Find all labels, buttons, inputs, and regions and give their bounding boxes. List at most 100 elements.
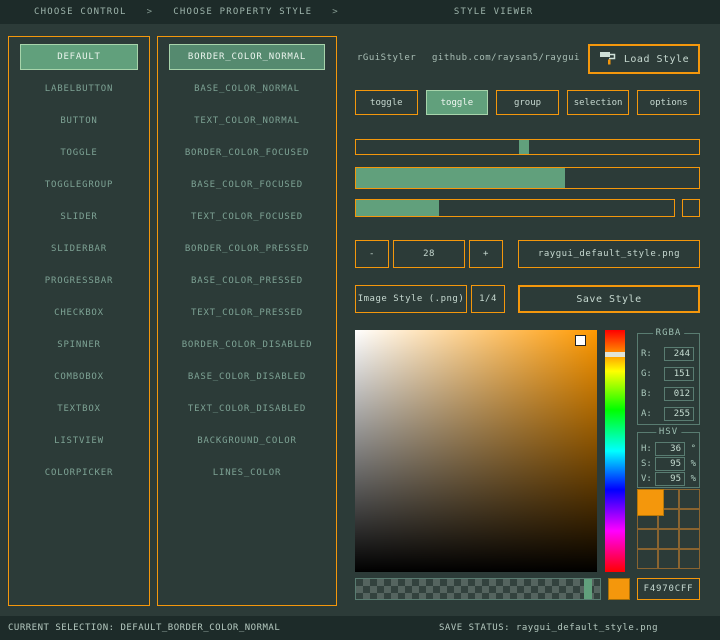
control-item-slider[interactable]: SLIDER bbox=[20, 204, 138, 230]
sliderbar-fill bbox=[356, 168, 565, 188]
section-title-choose-property-style: CHOOSE PROPERTY STYLE bbox=[173, 7, 312, 17]
combobox-counter[interactable]: 1/4 bbox=[471, 285, 505, 313]
toggle-option-4-options[interactable]: options bbox=[637, 90, 700, 115]
slider-bar-control[interactable] bbox=[355, 167, 700, 189]
toggle-option-1-toggle[interactable]: toggle bbox=[426, 90, 489, 115]
rgba-value-box[interactable]: 255 bbox=[664, 407, 694, 421]
color-preview-box bbox=[608, 578, 630, 600]
minus-icon: - bbox=[369, 249, 375, 259]
palette-cell-7[interactable] bbox=[658, 529, 679, 549]
color-panel[interactable] bbox=[355, 330, 597, 572]
control-item-togglegroup[interactable]: TOGGLEGROUP bbox=[20, 172, 138, 198]
control-item-default[interactable]: DEFAULT bbox=[20, 44, 138, 70]
rgba-row: R: 244 bbox=[638, 344, 699, 364]
section-title-style-viewer: STYLE VIEWER bbox=[454, 7, 533, 17]
property-item-lines_color[interactable]: LINES_COLOR bbox=[169, 460, 325, 486]
rgba-row: B:012 bbox=[638, 384, 699, 404]
hsv-value-box[interactable]: 95 bbox=[655, 457, 685, 471]
repo-link-label: github.com/raysan5/raygui bbox=[432, 53, 580, 63]
palette-cell-5[interactable] bbox=[679, 509, 700, 529]
color-values-column: RGBA R:244G:151B:012A:255 HSV H:36°S:95%… bbox=[637, 330, 700, 572]
control-item-sliderbar[interactable]: SLIDERBAR bbox=[20, 236, 138, 262]
property-item-base_color_disabled[interactable]: BASE_COLOR_DISABLED bbox=[169, 364, 325, 390]
control-item-progressbar[interactable]: PROGRESSBAR bbox=[20, 268, 138, 294]
alpha-slider[interactable] bbox=[355, 578, 601, 600]
hex-value-box[interactable]: F4970CFF bbox=[637, 578, 700, 600]
spinner-increment-button[interactable]: + bbox=[469, 240, 503, 268]
control-item-labelbutton[interactable]: LABELBUTTON bbox=[20, 76, 138, 102]
palette-cell-10[interactable] bbox=[658, 549, 679, 569]
hsv-suffix: ° bbox=[687, 444, 696, 454]
palette-cell-9[interactable] bbox=[637, 549, 658, 569]
palette-cell-2[interactable] bbox=[679, 489, 700, 509]
property-item-base_color_normal[interactable]: BASE_COLOR_NORMAL bbox=[169, 76, 325, 102]
slider-control[interactable] bbox=[355, 139, 700, 155]
rgba-row: G:151 bbox=[638, 364, 699, 384]
load-style-button[interactable]: Load Style bbox=[588, 44, 700, 74]
spinner-value-box[interactable]: 28 bbox=[393, 240, 465, 268]
hsv-value-box[interactable]: 95 bbox=[655, 472, 685, 486]
slider-handle[interactable] bbox=[519, 140, 529, 154]
toggle-option-3-selection[interactable]: selection bbox=[567, 90, 630, 115]
property-item-text_color_normal[interactable]: TEXT_COLOR_NORMAL bbox=[169, 108, 325, 134]
filename-textbox[interactable]: raygui_default_style.png bbox=[518, 240, 700, 268]
property-item-text_color_pressed[interactable]: TEXT_COLOR_PRESSED bbox=[169, 300, 325, 326]
load-style-label: Load Style bbox=[624, 54, 689, 65]
hsv-value-box[interactable]: 36 bbox=[655, 442, 685, 456]
control-list: DEFAULT LABELBUTTON BUTTON TOGGLE TOGGLEGROU… bbox=[9, 44, 149, 486]
control-item-colorpicker[interactable]: COLORPICKER bbox=[20, 460, 138, 486]
rgba-value-box[interactable]: 244 bbox=[664, 347, 694, 361]
palette-cell-11[interactable] bbox=[679, 549, 700, 569]
save-style-button[interactable]: Save Style bbox=[518, 285, 700, 313]
hsv-label: S: bbox=[641, 459, 655, 469]
palette-cell-8[interactable] bbox=[679, 529, 700, 549]
palette-cell-6[interactable] bbox=[637, 529, 658, 549]
control-item-button[interactable]: BUTTON bbox=[20, 108, 138, 134]
control-item-toggle[interactable]: TOGGLE bbox=[20, 140, 138, 166]
property-item-background_color[interactable]: BACKGROUND_COLOR bbox=[169, 428, 325, 454]
hsv-suffix: % bbox=[687, 459, 696, 469]
spinner-decrement-button[interactable]: - bbox=[355, 240, 389, 268]
paint-roller-icon bbox=[599, 50, 617, 69]
rgba-group-title: RGBA bbox=[653, 328, 685, 338]
progressbar-fill bbox=[356, 200, 439, 216]
property-item-text_color_focused[interactable]: TEXT_COLOR_FOCUSED bbox=[169, 204, 325, 230]
hsv-label: V: bbox=[641, 474, 655, 484]
property-item-border_color_disabled[interactable]: BORDER_COLOR_DISABLED bbox=[169, 332, 325, 358]
property-item-base_color_pressed[interactable]: BASE_COLOR_PRESSED bbox=[169, 268, 325, 294]
control-item-checkbox[interactable]: CHECKBOX bbox=[20, 300, 138, 326]
rgba-label: R: bbox=[641, 349, 655, 359]
toggle-option-2-group[interactable]: group bbox=[496, 90, 559, 115]
hsv-suffix: % bbox=[687, 474, 696, 484]
control-list-panel: DEFAULT LABELBUTTON BUTTON TOGGLE TOGGLEGROU… bbox=[8, 36, 150, 606]
color-panel-cursor[interactable] bbox=[576, 336, 585, 345]
control-item-spinner[interactable]: SPINNER bbox=[20, 332, 138, 358]
property-item-border_color_pressed[interactable]: BORDER_COLOR_PRESSED bbox=[169, 236, 325, 262]
control-item-listview[interactable]: LISTVIEW bbox=[20, 428, 138, 454]
section-title-choose-control: CHOOSE CONTROL bbox=[34, 7, 127, 17]
control-item-textbox[interactable]: TEXTBOX bbox=[20, 396, 138, 422]
rgba-value-box[interactable]: 012 bbox=[664, 387, 694, 401]
rgba-value-box[interactable]: 151 bbox=[664, 367, 694, 381]
rgba-rows: R: 244 G:151B:012A:255 bbox=[638, 344, 699, 424]
property-item-border_color_normal[interactable]: BORDER_COLOR_NORMAL bbox=[169, 44, 325, 70]
toggle-option-0-toggle[interactable]: toggle bbox=[355, 90, 418, 115]
rgba-row: A:255 bbox=[638, 404, 699, 424]
rgba-group-box: RGBA R:244G:151B:012A:255 bbox=[637, 333, 700, 425]
status-bar: CURRENT SELECTION: DEFAULT_BORDER_COLOR_… bbox=[0, 616, 720, 640]
hue-handle[interactable] bbox=[605, 352, 625, 357]
property-item-border_color_focused[interactable]: BORDER_COLOR_FOCUSED bbox=[169, 140, 325, 166]
property-item-text_color_disabled[interactable]: TEXT_COLOR_DISABLED bbox=[169, 396, 325, 422]
hsv-group-title: HSV bbox=[656, 427, 681, 437]
control-item-combobox[interactable]: COMBOBOX bbox=[20, 364, 138, 390]
property-list-panel: BORDER_COLOR_NORMAL BASE_COLOR_NORMAL TEXT… bbox=[157, 36, 337, 606]
top-bar: CHOOSE CONTROL > CHOOSE PROPERTY STYLE >… bbox=[0, 0, 720, 24]
save-status: SAVE STATUS: raygui_default_style.png bbox=[439, 623, 658, 633]
style-format-combobox[interactable]: Image Style (.png) bbox=[355, 285, 467, 313]
hue-bar[interactable] bbox=[605, 330, 625, 572]
checkbox[interactable] bbox=[682, 199, 700, 217]
current-color-swatch[interactable] bbox=[637, 489, 664, 516]
hsv-row: V:95% bbox=[638, 471, 699, 486]
property-item-base_color_focused[interactable]: BASE_COLOR_FOCUSED bbox=[169, 172, 325, 198]
alpha-handle[interactable] bbox=[584, 579, 592, 599]
